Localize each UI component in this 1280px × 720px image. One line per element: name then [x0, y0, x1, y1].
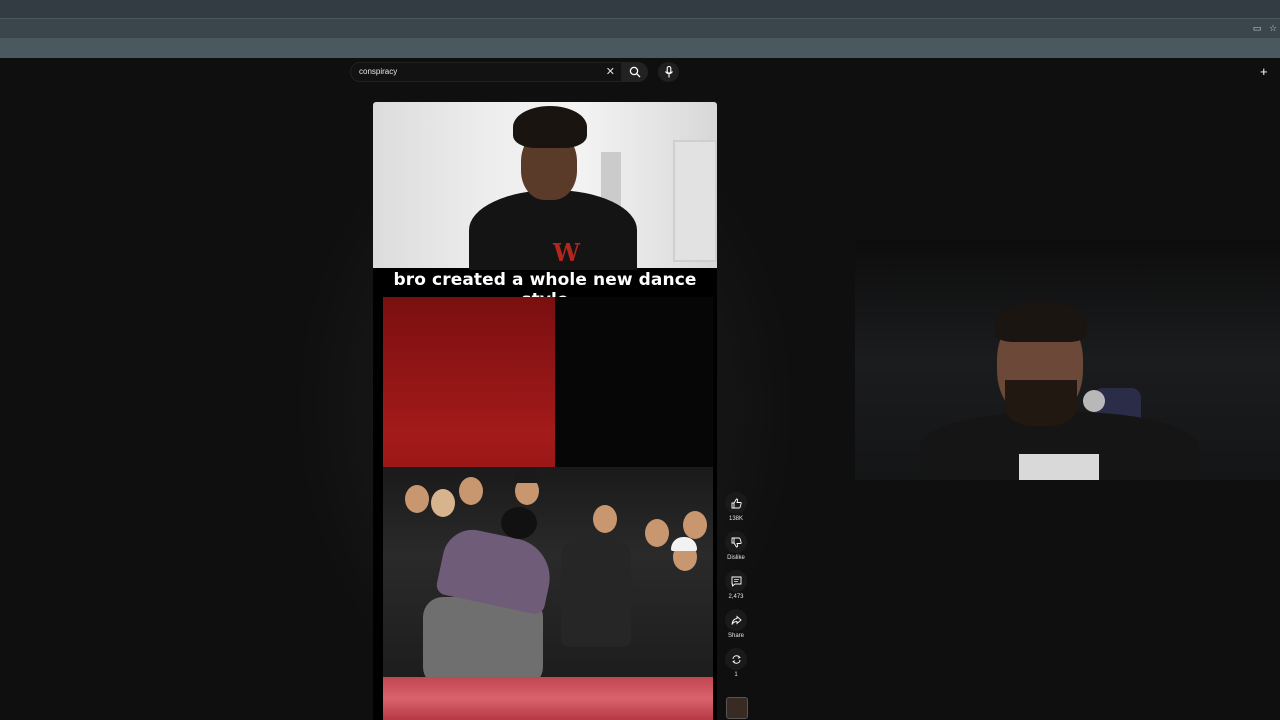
- close-icon[interactable]: ✕: [606, 65, 615, 78]
- browser-titlebar: [0, 0, 1280, 18]
- create-button[interactable]: +: [1260, 64, 1280, 80]
- comment-action[interactable]: 2,473: [722, 570, 750, 600]
- browser-address-bar[interactable]: [0, 38, 1280, 58]
- remix-count: 1: [734, 672, 738, 678]
- streamer-hair: [995, 302, 1087, 342]
- remix-action[interactable]: 1: [722, 648, 750, 678]
- share-icon: [731, 615, 742, 625]
- plus-icon: +: [1260, 64, 1268, 79]
- reactor-hair: [513, 106, 587, 148]
- channel-avatar[interactable]: [726, 697, 748, 719]
- search-query: conspiracy: [359, 67, 398, 76]
- audience-head: [431, 489, 455, 517]
- dislike-button[interactable]: [725, 531, 747, 553]
- comment-button[interactable]: [725, 570, 747, 592]
- comment-count: 2,473: [728, 594, 744, 600]
- audience-head: [405, 485, 429, 513]
- streamer-shirt: [1019, 454, 1099, 480]
- like-button[interactable]: [725, 492, 747, 514]
- audience-head: [593, 505, 617, 533]
- remix-button[interactable]: [725, 648, 747, 670]
- like-action[interactable]: 138K: [722, 492, 750, 522]
- like-count: 138K: [728, 516, 743, 522]
- stage-floor: [383, 677, 713, 720]
- audience-head: [645, 519, 669, 547]
- audience-head: [683, 511, 707, 539]
- short-video-player[interactable]: W bro created a whole new dance style: [373, 102, 717, 720]
- headphones: [1083, 390, 1105, 412]
- audience-head: [459, 477, 483, 505]
- microphone-icon: [664, 66, 673, 78]
- hoodie-logo: W: [553, 238, 580, 267]
- share-label: Share: [727, 633, 744, 639]
- comment-icon: [731, 576, 741, 587]
- cast-icon[interactable]: ▭: [1252, 23, 1262, 33]
- streamer-webcam: [855, 240, 1280, 480]
- spectator-jacket: [561, 537, 631, 647]
- search-icon: [629, 66, 641, 78]
- streamer-beard: [1005, 380, 1077, 426]
- browser-tabstrip: [0, 18, 1280, 39]
- search-button[interactable]: [622, 62, 648, 82]
- dislike-label: Dislike: [727, 555, 745, 561]
- voice-search-button[interactable]: [658, 62, 679, 82]
- thumbs-down-icon: [731, 537, 742, 547]
- bookmark-star-icon[interactable]: ☆: [1268, 23, 1278, 33]
- dislike-action[interactable]: Dislike: [722, 531, 750, 561]
- search-input[interactable]: conspiracy ✕: [350, 62, 622, 82]
- dance-video: [383, 297, 713, 720]
- reactor-video: W: [373, 102, 717, 270]
- share-action[interactable]: Share: [722, 609, 750, 639]
- share-button[interactable]: [725, 609, 747, 631]
- thumbs-up-icon: [731, 498, 742, 508]
- background-door: [673, 140, 717, 262]
- dancer-hair: [501, 507, 537, 539]
- remix-icon: [731, 654, 741, 664]
